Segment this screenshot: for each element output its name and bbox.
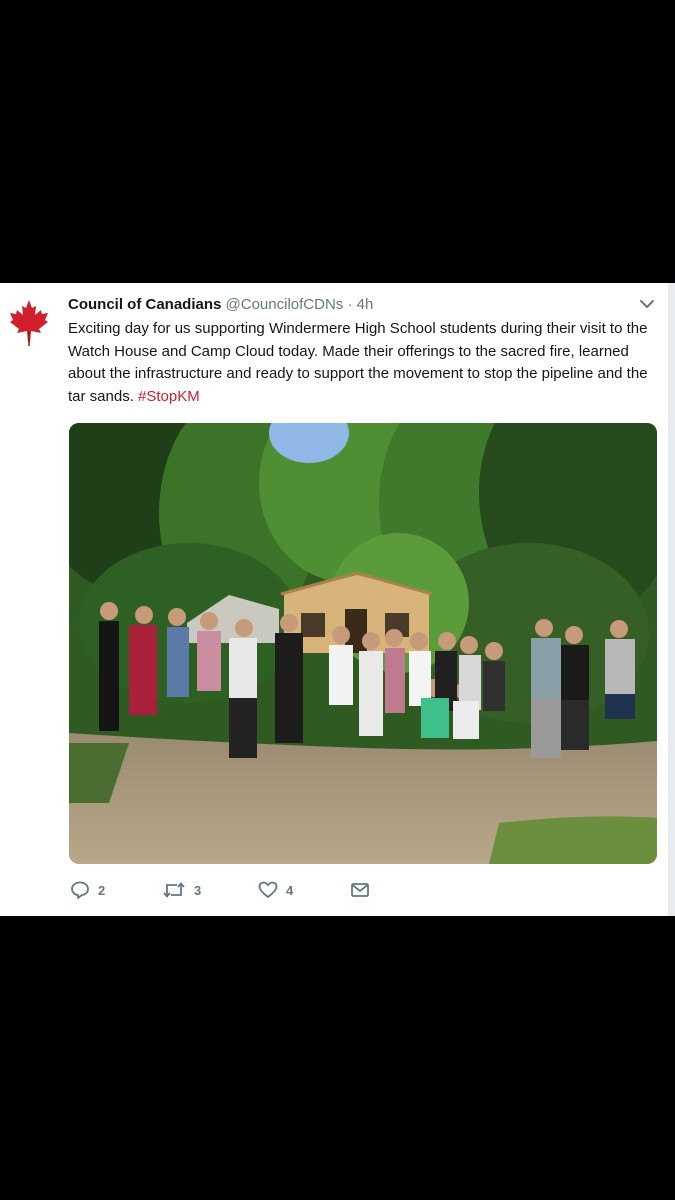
reply-count: 2 (98, 882, 106, 898)
user-handle[interactable]: @CouncilofCDNs (226, 296, 344, 313)
like-button[interactable]: 4 (258, 879, 293, 901)
tweet-actions: 2 3 4 (70, 879, 470, 901)
tweet-photo[interactable] (69, 423, 657, 864)
card-border (668, 283, 675, 916)
avatar[interactable] (8, 298, 50, 346)
maple-leaf-icon (10, 300, 48, 346)
direct-message-button[interactable] (350, 879, 370, 901)
reply-icon (71, 881, 89, 899)
reply-button[interactable]: 2 (70, 879, 105, 901)
retweet-icon (163, 882, 185, 898)
tweet-card[interactable]: Council of Canadians @CouncilofCDNs · 4h… (0, 283, 668, 916)
group-photo-image (69, 423, 657, 864)
tweet-text: Exciting day for us supporting Windermer… (68, 318, 658, 408)
retweet-button[interactable]: 3 (162, 879, 201, 901)
tweet-header: Council of Canadians @CouncilofCDNs · 4h (68, 295, 373, 315)
heart-icon (258, 881, 278, 898)
chevron-down-icon[interactable] (638, 297, 656, 311)
timestamp[interactable]: 4h (357, 296, 374, 313)
phone-screen: Council of Canadians @CouncilofCDNs · 4h… (0, 0, 675, 1200)
separator-dot: · (347, 296, 353, 313)
display-name[interactable]: Council of Canadians (68, 296, 221, 313)
envelope-icon (351, 883, 369, 897)
retweet-count: 3 (194, 882, 202, 898)
like-count: 4 (286, 882, 294, 898)
hashtag-link[interactable]: #StopKM (138, 388, 200, 405)
